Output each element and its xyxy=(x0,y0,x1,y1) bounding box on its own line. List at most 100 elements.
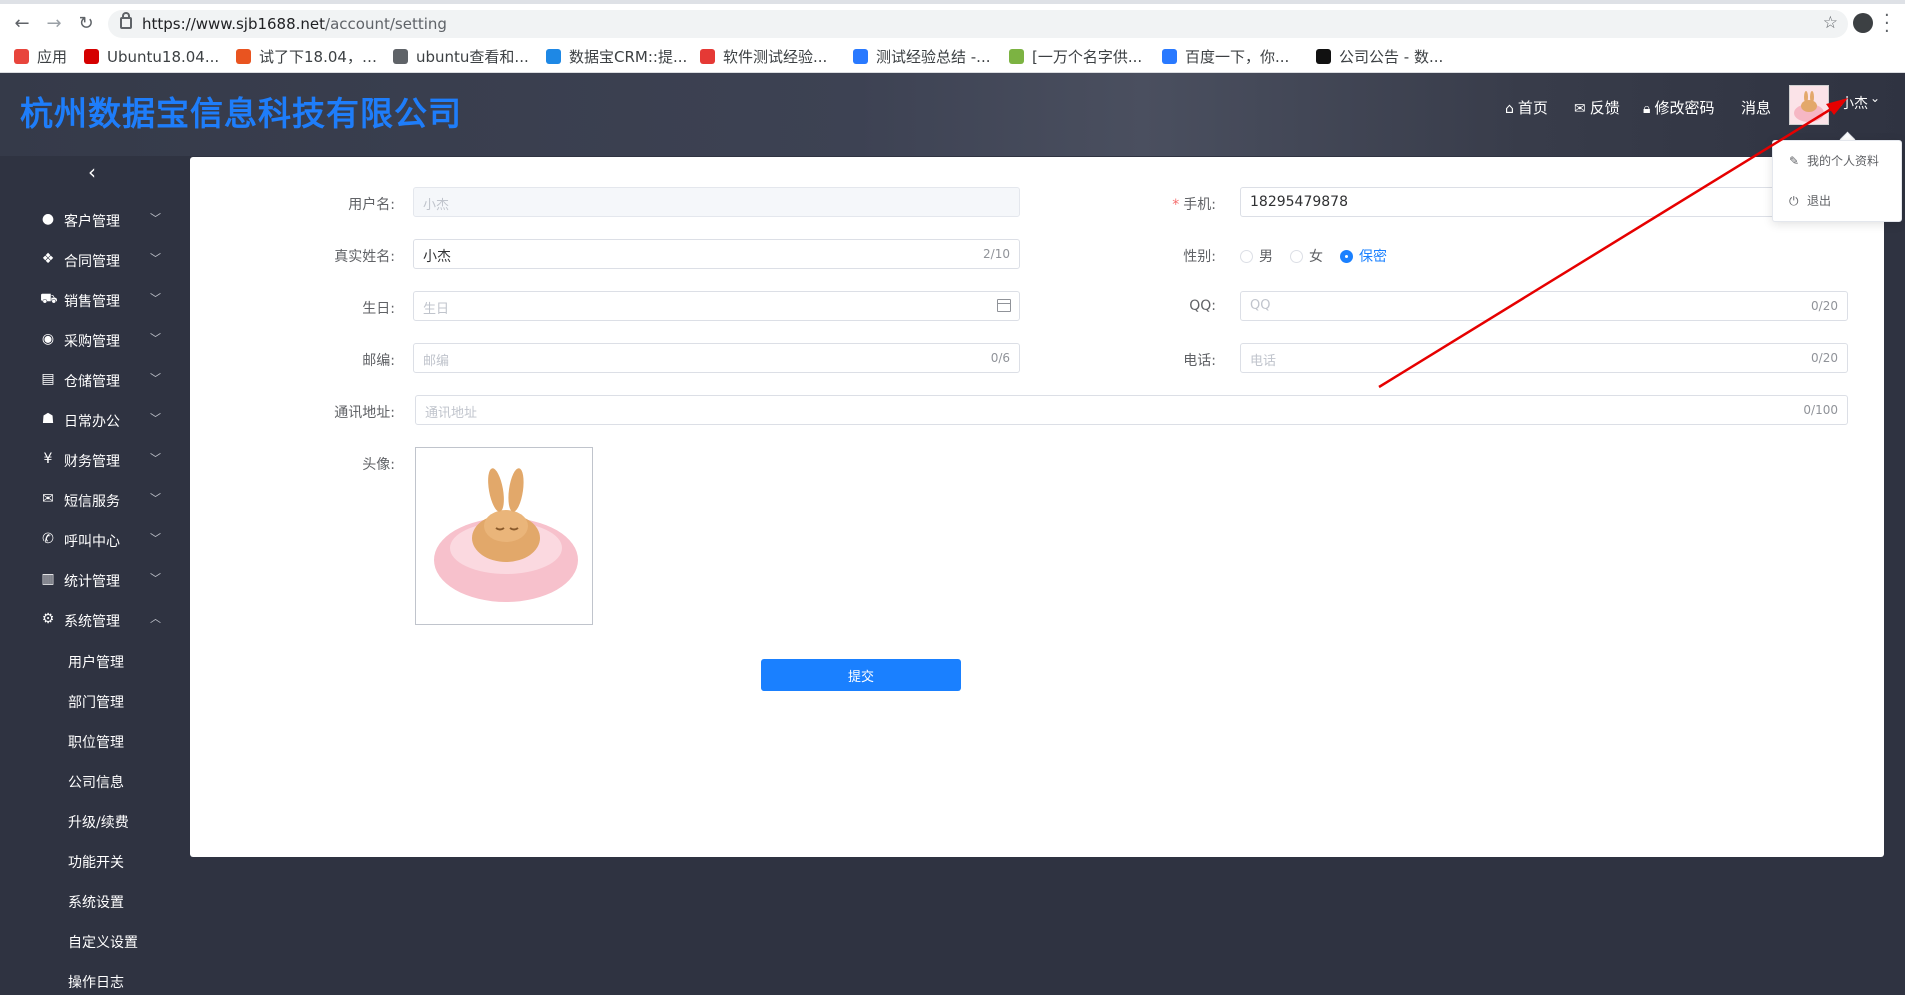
sidebar-sub-item[interactable]: 用户管理 xyxy=(68,652,124,672)
bookmark-star-icon[interactable]: ☆ xyxy=(1823,13,1838,33)
sidebar-sub-item[interactable]: 公司信息 xyxy=(68,772,124,792)
bookmark-item[interactable]: ubuntu查看和... xyxy=(393,47,529,67)
zipcode-count: 0/6 xyxy=(990,351,1010,365)
nav-change-password[interactable]: 🔒︎ 修改密码 xyxy=(1643,97,1714,118)
gender-female-radio[interactable]: 女 xyxy=(1290,246,1323,266)
sidebar-item[interactable]: ⛟ 销售管理 ﹀ xyxy=(0,281,188,321)
qq-field[interactable]: QQ 0/20 xyxy=(1240,291,1848,321)
bookmark-item[interactable]: 数据宝CRM::提... xyxy=(546,47,687,67)
chevron-down-icon: ﹀ xyxy=(150,332,161,345)
browser-account-icon[interactable] xyxy=(1853,13,1873,33)
sidebar-item[interactable]: ¥ 财务管理 ﹀ xyxy=(0,441,188,481)
gender-male-radio[interactable]: 男 xyxy=(1240,246,1273,266)
gender-label: 性别: xyxy=(1183,249,1216,265)
bookmark-label: 试了下18.04，… xyxy=(259,48,377,66)
sidebar-sub-item[interactable]: 操作日志 xyxy=(68,972,124,992)
bookmark-item[interactable]: [一万个名字供... xyxy=(1009,47,1142,67)
mobile-label: * 手机: xyxy=(1120,194,1216,214)
bookmark-item[interactable]: 测试经验总结 -... xyxy=(853,47,991,67)
address-field[interactable]: 通讯地址 0/100 xyxy=(415,395,1848,425)
sidebar-sub-item[interactable]: 升级/续费 xyxy=(68,812,129,832)
address-bar[interactable]: https://www.sjb1688.net/account/setting … xyxy=(108,10,1848,38)
realname-count: 2/10 xyxy=(983,247,1010,261)
sidebar-sub-item[interactable]: 系统设置 xyxy=(68,892,124,912)
url-path: /account/setting xyxy=(325,15,447,33)
radio-dot xyxy=(1240,250,1253,263)
company-brand: 杭州数据宝信息科技有限公司 xyxy=(20,94,462,133)
radio-dot xyxy=(1290,250,1303,263)
avatar-upload[interactable] xyxy=(415,447,593,625)
bookmark-item[interactable]: 软件测试经验... xyxy=(700,47,827,67)
user-dropdown-menu: ✎ 我的个人资料 ⏻ 退出 xyxy=(1772,140,1902,222)
bookmark-label: Ubuntu18.04... xyxy=(107,48,220,66)
dropdown-logout-label: 退出 xyxy=(1807,194,1832,208)
address-label: 通讯地址: xyxy=(334,405,395,421)
nav-change-password-label: 修改密码 xyxy=(1654,99,1715,117)
sidebar-item[interactable]: ▥ 统计管理 ﹀ xyxy=(0,561,188,601)
address-count: 0/100 xyxy=(1803,403,1838,417)
sidebar-item[interactable]: ● 客户管理 ﹀ xyxy=(0,201,188,241)
sidebar-item[interactable]: ▤ 仓储管理 ﹀ xyxy=(0,361,188,401)
dropdown-item-profile[interactable]: ✎ 我的个人资料 xyxy=(1789,152,1879,169)
bookmark-item[interactable]: Ubuntu18.04... xyxy=(84,47,219,67)
calendar-icon[interactable] xyxy=(997,299,1011,312)
bookmark-label: 百度一下，你... xyxy=(1185,48,1290,66)
sidebar-item[interactable]: ❖ 合同管理 ﹀ xyxy=(0,241,188,281)
submit-button[interactable]: 提交 xyxy=(761,659,961,691)
bookmark-label: 软件测试经验... xyxy=(723,48,828,66)
bookmark-label: 数据宝CRM::提... xyxy=(569,48,688,66)
bookmark-item[interactable]: 公司公告 - 数... xyxy=(1316,47,1443,67)
bookmark-favicon-icon xyxy=(236,49,251,64)
nav-messages[interactable]: 消息 xyxy=(1741,97,1771,118)
header-avatar[interactable] xyxy=(1789,85,1829,125)
phone-label: 电话: xyxy=(1183,353,1216,369)
dropdown-item-logout[interactable]: ⏻ 退出 xyxy=(1789,192,1831,209)
phone-field[interactable]: 电话 0/20 xyxy=(1240,343,1848,373)
gender-female-label: 女 xyxy=(1309,249,1323,265)
bookmark-item[interactable]: 百度一下，你... xyxy=(1162,47,1289,67)
cart-icon: ⛟ xyxy=(40,291,58,307)
bookmark-favicon-icon xyxy=(546,49,561,64)
nav-home[interactable]: ⌂ 首页 xyxy=(1505,97,1548,118)
phone-placeholder: 电话 xyxy=(1250,354,1277,369)
sidebar-sub-item[interactable]: 功能开关 xyxy=(68,852,124,872)
purchase-icon: ◉ xyxy=(41,331,55,347)
lock-icon: 🔒︎ xyxy=(1643,101,1651,117)
url-text: https://www.sjb1688.net/account/setting xyxy=(142,15,447,33)
realname-label: 真实姓名: xyxy=(334,249,395,265)
chevron-down-icon[interactable]: ⌄ xyxy=(1870,91,1880,105)
mobile-label-text: 手机: xyxy=(1183,197,1216,213)
home-icon: ⌂ xyxy=(1505,101,1514,117)
user-name[interactable]: 小杰 xyxy=(1840,93,1868,113)
browser-menu-icon[interactable]: · · · xyxy=(1884,7,1890,41)
store-icon: ▤ xyxy=(41,371,55,387)
sidebar-item[interactable]: ◉ 采购管理 ﹀ xyxy=(0,321,188,361)
sidebar-item[interactable]: ☗ 日常办公 ﹀ xyxy=(0,401,188,441)
zipcode-field[interactable]: 邮编 0/6 xyxy=(413,343,1020,373)
bookmark-item[interactable]: 应用 xyxy=(14,47,67,67)
forward-icon[interactable]: → xyxy=(42,12,66,36)
logout-icon: ⏻ xyxy=(1789,194,1799,208)
profile-icon: ✎ xyxy=(1789,154,1800,168)
birthday-field[interactable]: 生日 xyxy=(413,291,1020,321)
username-field[interactable]: 小杰 xyxy=(413,187,1020,217)
sidebar-sub-item[interactable]: 职位管理 xyxy=(68,732,124,752)
gender-secret-radio[interactable]: 保密 xyxy=(1340,246,1387,266)
sidebar-sub-item[interactable]: 自定义设置 xyxy=(68,932,138,952)
chevron-down-icon: ﹀ xyxy=(150,492,161,505)
sidebar-item[interactable]: ✉ 短信服务 ﹀ xyxy=(0,481,188,521)
bookmarks-bar: 应用 Ubuntu18.04... 试了下18.04，… ubuntu查看和... 数据… xyxy=(0,42,1905,73)
back-icon[interactable]: ← xyxy=(10,12,34,36)
chevron-down-icon: ﹀ xyxy=(150,572,161,585)
mobile-field[interactable]: 18295479878 xyxy=(1240,187,1848,217)
chevron-down-icon: ﹀ xyxy=(150,452,161,465)
nav-feedback[interactable]: ✉ 反馈 xyxy=(1574,97,1620,118)
sidebar-sub-item[interactable]: 部门管理 xyxy=(68,692,124,712)
sidebar-item[interactable]: ✆ 呼叫中心 ﹀ xyxy=(0,521,188,561)
sidebar-item[interactable]: ⚙ 系统管理 ︿ xyxy=(0,601,188,641)
realname-field[interactable]: 小杰 2/10 xyxy=(413,239,1020,269)
sidebar-item-label: 财务管理 xyxy=(64,454,120,470)
bookmark-item[interactable]: 试了下18.04，… xyxy=(236,47,377,67)
reload-icon[interactable]: ↻ xyxy=(74,12,98,36)
collapse-sidebar-icon[interactable]: ‹ xyxy=(88,160,96,184)
